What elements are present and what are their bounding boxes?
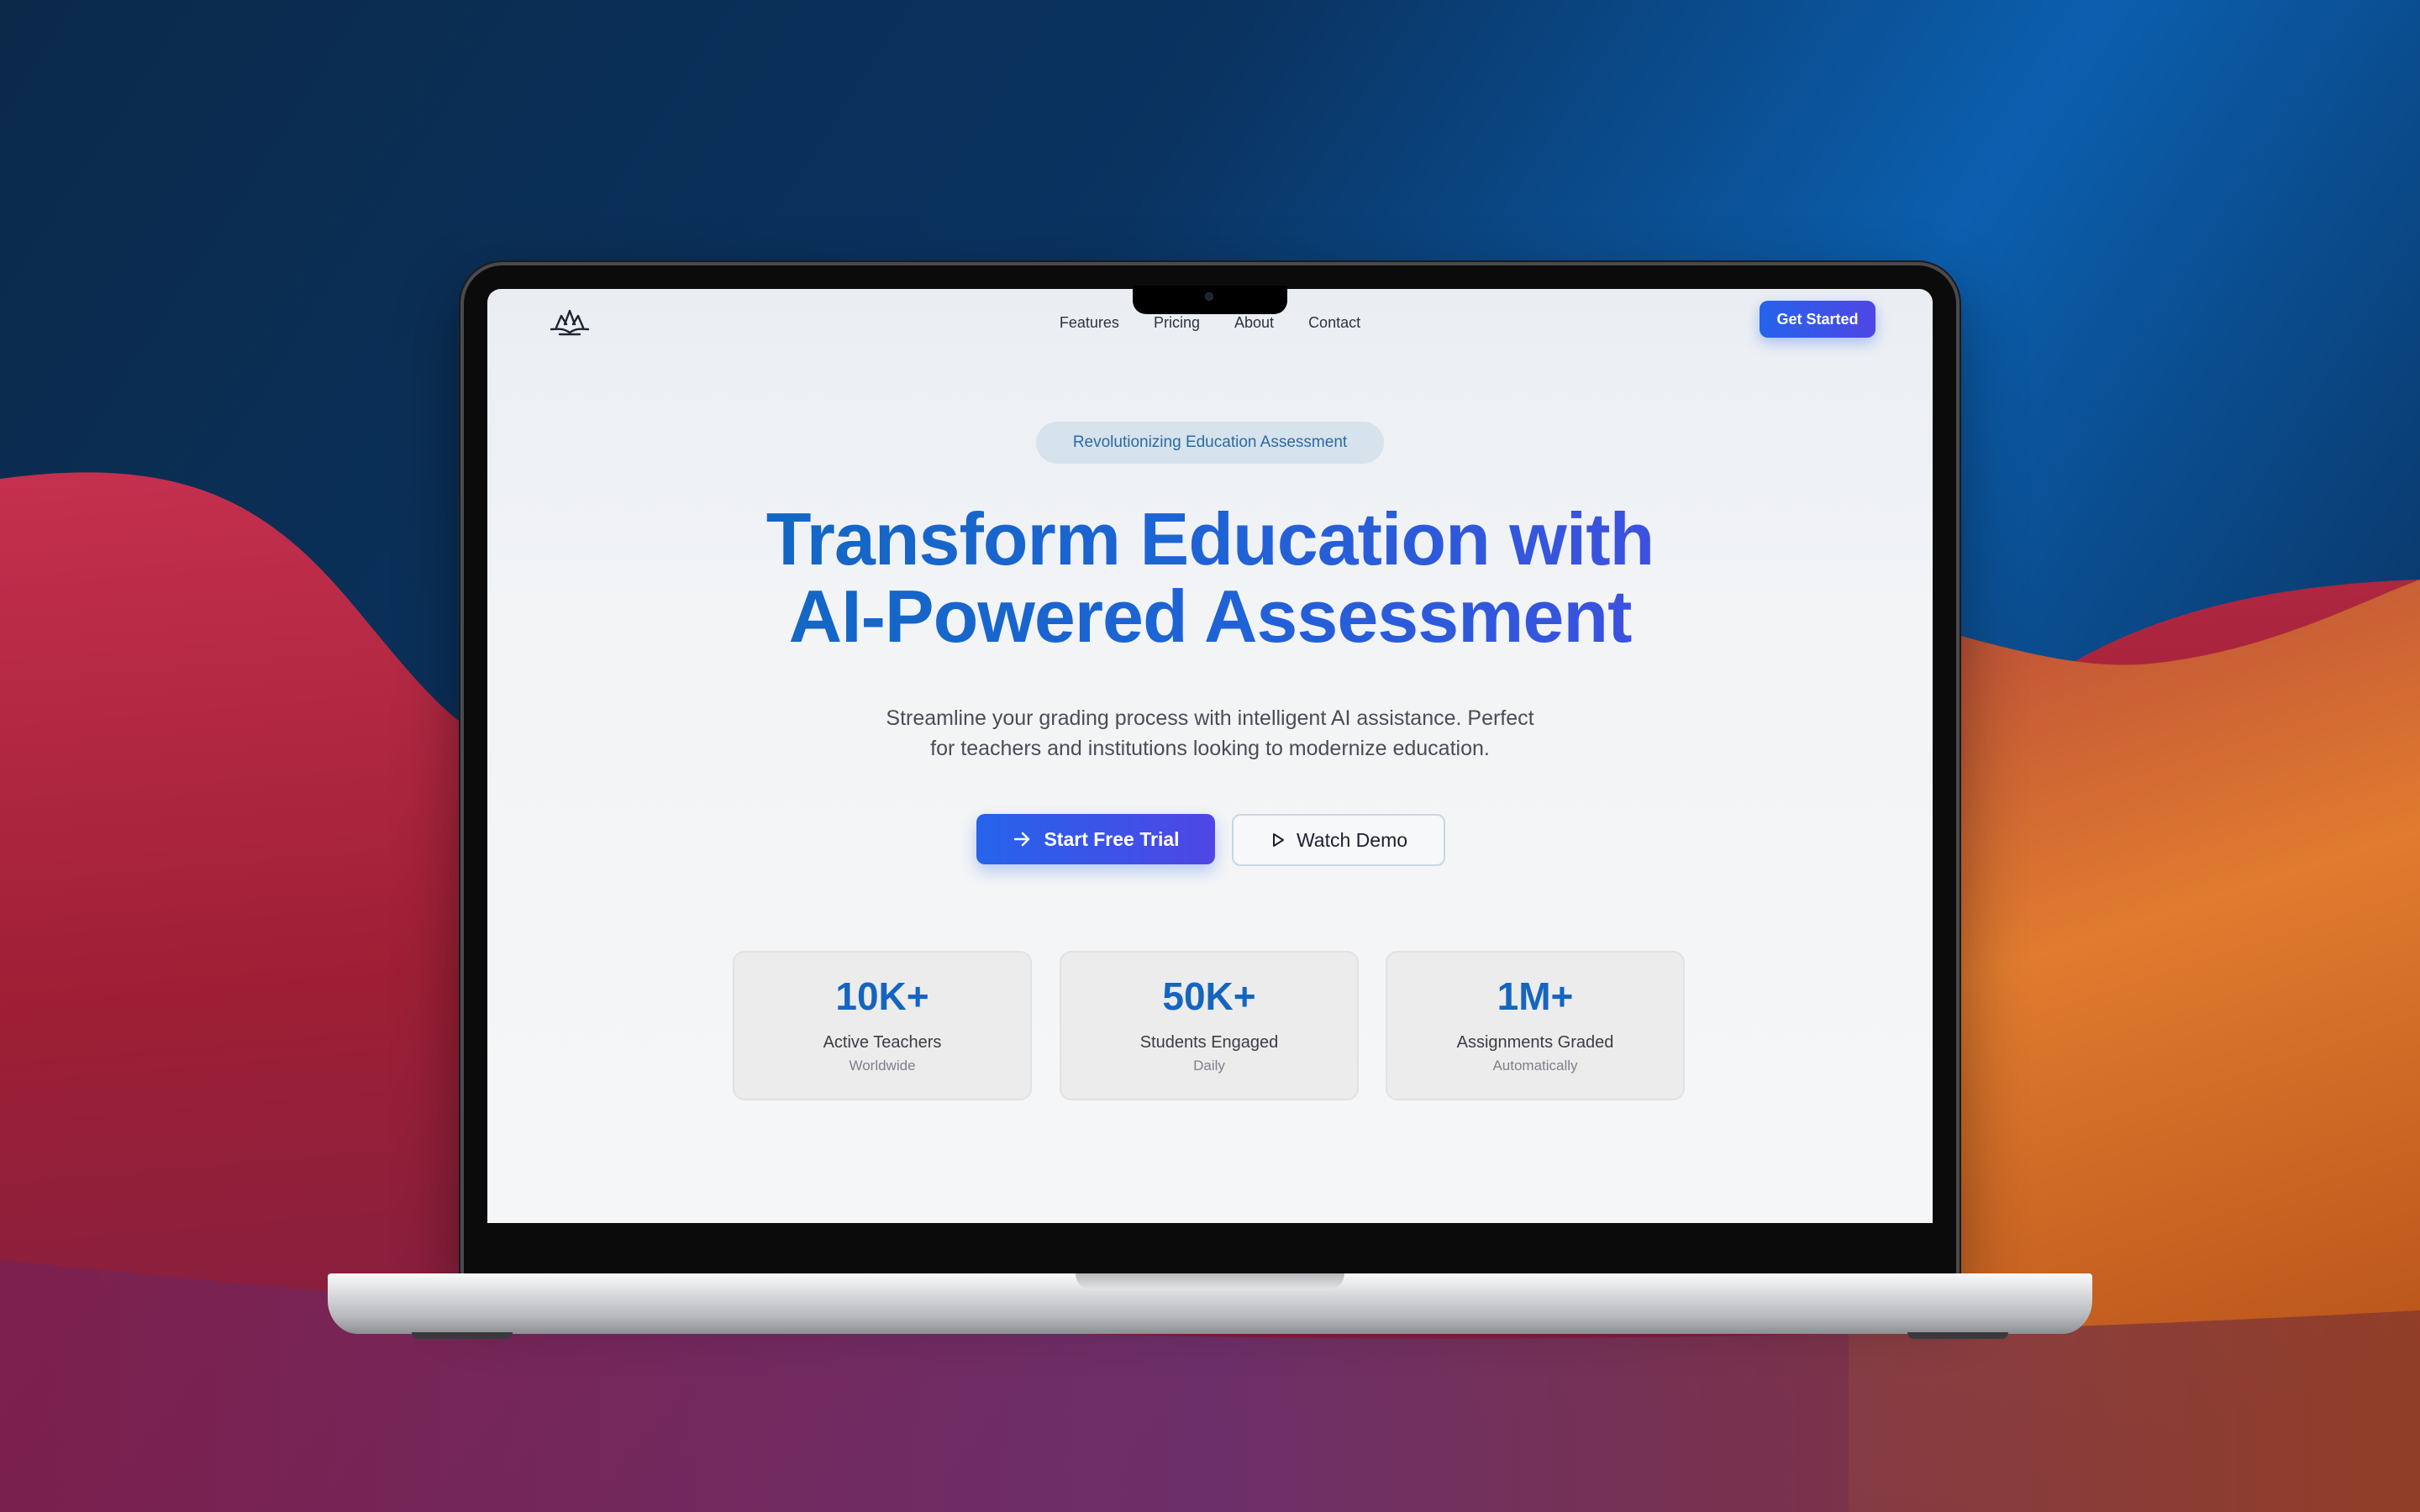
stat-label: Assignments Graded [1456, 1033, 1614, 1052]
hero-badge: Revolutionizing Education Assessment [1036, 422, 1384, 464]
hero-headline-line-1: Transform Education with [765, 497, 1655, 580]
stat-sublabel: Automatically [1492, 1058, 1578, 1074]
hero-subtitle-line-2: for teachers and institutions looking to… [930, 737, 1490, 760]
stat-value: 1M+ [1497, 974, 1574, 1018]
nav-link-contact[interactable]: Contact [1308, 307, 1360, 338]
nav-link-features[interactable]: Features [1060, 307, 1119, 338]
hero-subtitle: Streamline your grading process with int… [487, 703, 1933, 764]
stat-card: 50K+ Students Engaged Daily [1060, 951, 1359, 1100]
stat-card: 1M+ Assignments Graded Automatically [1386, 951, 1685, 1100]
watch-demo-label: Watch Demo [1296, 828, 1408, 851]
laptop-screen-bezel [467, 1223, 1953, 1273]
start-free-trial-button[interactable]: Start Free Trial [976, 814, 1215, 864]
camera-notch [1133, 286, 1287, 314]
start-free-trial-label: Start Free Trial [1044, 827, 1180, 850]
stat-label: Students Engaged [1139, 1033, 1279, 1052]
camera-icon [1205, 292, 1213, 301]
stat-sublabel: Daily [1193, 1058, 1225, 1074]
laptop-base [328, 1273, 2092, 1334]
stat-value: 10K+ [835, 974, 929, 1018]
laptop-opening-notch [1076, 1273, 1344, 1290]
hero-subtitle-line-1: Streamline your grading process with int… [886, 706, 1534, 730]
play-icon [1272, 833, 1284, 847]
laptop-foot-right [1907, 1332, 2008, 1339]
stat-sublabel: Worldwide [849, 1058, 916, 1074]
hero-headline: Transform Education with AI-Powered Asse… [487, 501, 1933, 655]
stat-value: 50K+ [1162, 974, 1256, 1018]
get-started-button[interactable]: Get Started [1760, 301, 1876, 338]
laptop-foot-left [412, 1332, 513, 1339]
stat-label: Active Teachers [823, 1033, 942, 1052]
stat-card: 10K+ Active Teachers Worldwide [733, 951, 1032, 1100]
arrow-right-icon [1014, 832, 1030, 847]
hero-headline-line-2: AI-Powered Assessment [788, 575, 1632, 658]
watch-demo-button[interactable]: Watch Demo [1232, 814, 1445, 866]
laptop-screen: Features Pricing About Contact Get Start… [487, 289, 1933, 1223]
